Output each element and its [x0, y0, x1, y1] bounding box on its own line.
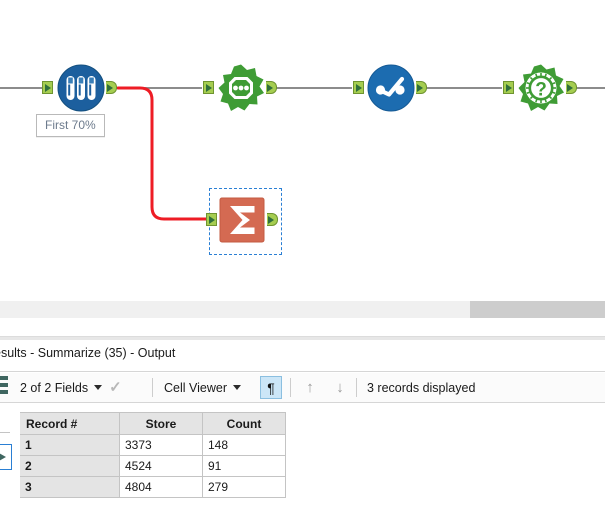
score-input-anchor[interactable] — [353, 81, 364, 94]
score-output-anchor[interactable] — [416, 81, 427, 94]
question-output-anchor[interactable] — [566, 81, 577, 94]
results-table: Record # Store Count 1 3373 148 2 4524 9… — [20, 412, 286, 498]
node-formula-tool[interactable] — [217, 64, 265, 112]
svg-text:?: ? — [535, 80, 547, 101]
side-divider — [0, 432, 10, 433]
pilcrow-toggle-button[interactable]: ¶ — [260, 376, 282, 399]
table-row[interactable]: 2 4524 91 — [20, 455, 286, 477]
chevron-down-icon — [94, 385, 103, 390]
bar-segment — [0, 376, 8, 380]
cell-count[interactable]: 279 — [202, 476, 286, 498]
cell-store[interactable]: 3373 — [119, 434, 203, 456]
cell-record[interactable]: 1 — [20, 434, 120, 456]
fields-selector-label: 2 of 2 Fields — [20, 380, 89, 395]
chevron-down-icon — [233, 385, 241, 390]
toolbar-divider-1 — [152, 378, 153, 397]
table-header-row: Record # Store Count — [20, 412, 286, 435]
highlighted-connection — [116, 86, 210, 221]
results-grid[interactable]: Record # Store Count 1 3373 148 2 4524 9… — [20, 412, 605, 498]
node-sample-tool[interactable] — [57, 64, 105, 112]
question-input-anchor[interactable] — [503, 81, 514, 94]
node-question-tool[interactable]: ? — [517, 64, 565, 112]
formula-output-anchor[interactable] — [266, 81, 277, 94]
summarize-input-anchor[interactable] — [206, 213, 217, 226]
workflow-canvas[interactable]: First 70% ? — [0, 0, 605, 300]
summarize-output-anchor[interactable] — [267, 213, 278, 226]
cell-viewer-label: Cell Viewer — [164, 380, 227, 395]
results-panel-title: esults - Summarize (35) - Output — [0, 346, 176, 360]
bar-segment — [0, 383, 8, 387]
cell-store[interactable]: 4804 — [119, 476, 203, 498]
test-tubes-icon — [57, 64, 105, 112]
records-bars-icon[interactable] — [0, 376, 8, 398]
bar-segment — [0, 390, 8, 394]
move-down-button[interactable]: ↓ — [330, 377, 350, 398]
cell-count[interactable]: 91 — [202, 455, 286, 477]
cell-record[interactable]: 2 — [20, 455, 120, 477]
records-status-label: 3 records displayed — [367, 380, 476, 395]
cell-record[interactable]: 3 — [20, 476, 120, 498]
node-summarize-tool[interactable] — [218, 196, 266, 244]
canvas-horizontal-scrollbar[interactable] — [0, 300, 605, 319]
toolbar-divider-3 — [356, 378, 357, 397]
sample-input-anchor[interactable] — [42, 81, 53, 94]
sigma-icon — [219, 197, 265, 243]
results-toolbar: 2 of 2 Fields ✓ Cell Viewer ¶ ↑ ↓ 3 reco… — [0, 373, 605, 403]
panel-splitter[interactable] — [0, 318, 605, 336]
formula-input-anchor[interactable] — [203, 81, 214, 94]
canvas-scrollbar-thumb[interactable] — [470, 301, 605, 319]
column-header-record[interactable]: Record # — [20, 412, 120, 435]
column-header-count[interactable]: Count — [202, 412, 286, 435]
results-title-divider — [0, 371, 605, 372]
green-gear-dots-icon — [218, 64, 264, 111]
run-arrow-icon[interactable] — [0, 444, 12, 470]
node-score-tool[interactable] — [367, 64, 415, 112]
sample-tool-label: First 70% — [36, 114, 105, 137]
sample-output-anchor[interactable] — [106, 81, 117, 94]
results-panel: esults - Summarize (35) - Output 2 of 2 … — [0, 340, 605, 519]
cell-count[interactable]: 148 — [202, 434, 286, 456]
table-row[interactable]: 3 4804 279 — [20, 476, 286, 498]
blue-score-icon — [367, 64, 415, 112]
toolbar-divider-2 — [290, 378, 291, 397]
cell-viewer-selector[interactable]: Cell Viewer — [164, 373, 241, 402]
check-icon[interactable]: ✓ — [109, 380, 122, 395]
fields-selector[interactable]: 2 of 2 Fields ✓ — [20, 373, 122, 402]
move-up-button[interactable]: ↑ — [300, 377, 320, 398]
table-row[interactable]: 1 3373 148 — [20, 434, 286, 456]
green-starburst-question-icon: ? — [518, 64, 564, 111]
column-header-store[interactable]: Store — [119, 412, 203, 435]
cell-store[interactable]: 4524 — [119, 455, 203, 477]
